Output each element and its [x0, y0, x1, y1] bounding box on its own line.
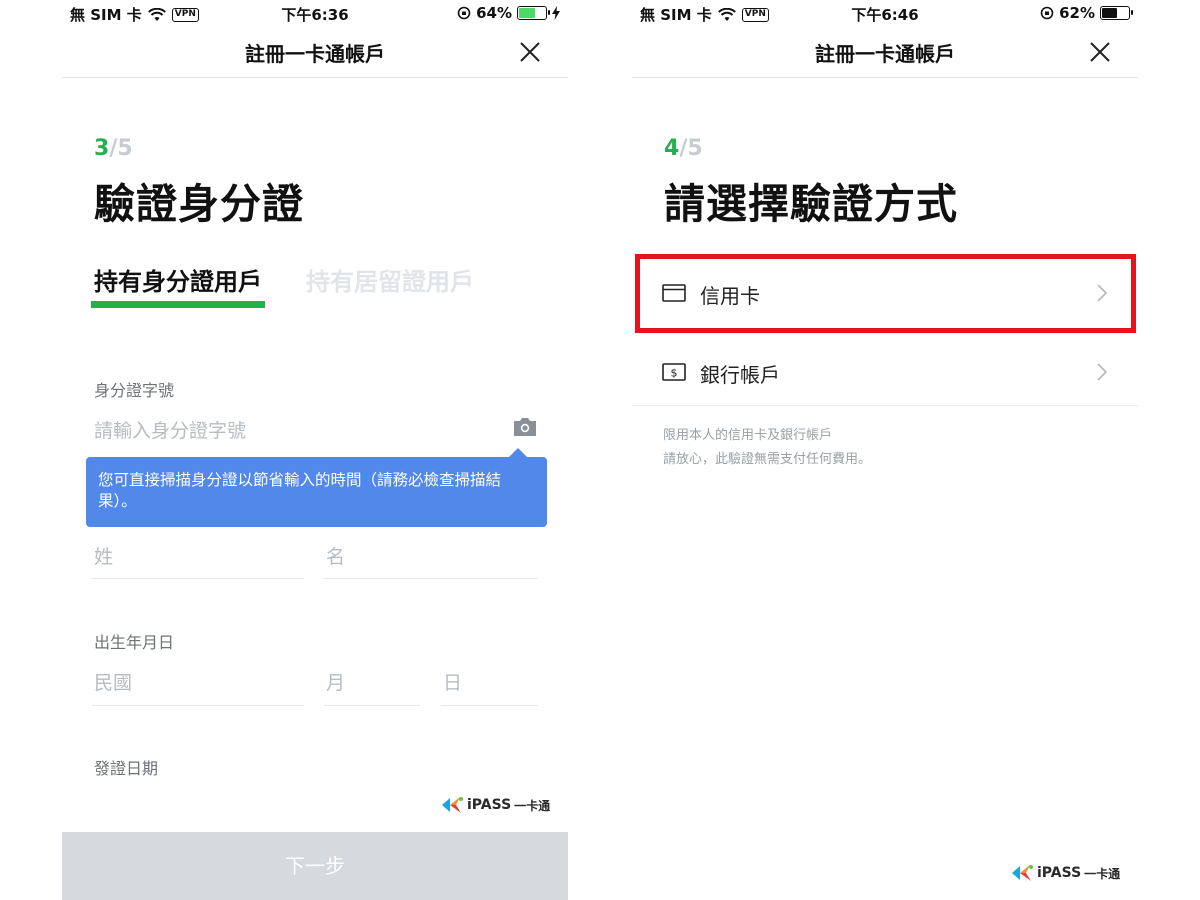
highlight-box: [635, 254, 1136, 333]
given-name-underline: [324, 578, 538, 579]
page-title: 驗證身分證: [94, 180, 304, 228]
step-total: 5: [117, 136, 133, 161]
tab-id-card-holder[interactable]: 持有身分證用戶: [91, 262, 265, 308]
orientation-lock-icon: [457, 6, 471, 20]
step-indicator: 4/5: [664, 136, 703, 161]
ipass-logo: iPASS 一卡通: [1010, 863, 1120, 883]
birth-year-underline: [92, 705, 304, 706]
id-number-input[interactable]: 請輸入身分證字號: [94, 416, 246, 443]
ipass-logo-icon: [442, 797, 463, 813]
nav-bar: 註冊一卡通帳戶: [62, 26, 568, 78]
birth-day-input[interactable]: 日: [443, 668, 462, 695]
tab-label: 持有居留證用戶: [306, 268, 474, 296]
orientation-lock-icon: [1040, 6, 1054, 20]
given-name-input[interactable]: 名: [326, 542, 345, 569]
ipass-logo-icon: [1012, 865, 1033, 881]
note-line-2: 請放心，此驗證無需支付任何費用。: [663, 452, 872, 467]
charging-icon: [552, 6, 560, 20]
battery-icon: [1100, 6, 1133, 20]
birth-date-label: 出生年月日: [94, 633, 175, 652]
step-current: 4: [664, 136, 680, 161]
left-phone-screen: 無 SIM 卡 VPN 下午6:36 64% 註冊一卡通帳戶 3/5 驗證身分證…: [62, 0, 568, 900]
options-divider: [632, 405, 1138, 406]
birth-day-underline: [441, 705, 538, 706]
status-bar: 無 SIM 卡 VPN 下午6:36 64%: [62, 0, 568, 26]
issue-date-label: 發證日期: [94, 759, 159, 778]
surname-underline: [92, 578, 304, 579]
option-label: 銀行帳戶: [700, 363, 780, 387]
battery-percent: 64%: [476, 4, 512, 22]
next-step-button[interactable]: 下一步: [62, 832, 568, 900]
surname-input[interactable]: 姓: [94, 542, 113, 569]
active-tab-underline: [91, 301, 265, 308]
logo-suffix: 一卡通: [1084, 866, 1121, 881]
step-current: 3: [94, 136, 110, 161]
right-phone-screen: 無 SIM 卡 VPN 下午6:46 62% 註冊一卡通帳戶 4/5 請選擇驗證…: [632, 0, 1138, 900]
tooltip-arrow: [509, 448, 527, 457]
scan-tip-tooltip: 您可直接掃描身分證以節省輸入的時間（請務必檢查掃描結果）。: [86, 448, 547, 527]
nav-title: 註冊一卡通帳戶: [815, 42, 955, 66]
note-line-1: 限用本人的信用卡及銀行帳戶: [663, 428, 833, 443]
tooltip-text: 您可直接掃描身分證以節省輸入的時間（請務必檢查掃描結果）。: [98, 471, 502, 510]
status-bar: 無 SIM 卡 VPN 下午6:46 62%: [632, 0, 1138, 26]
chevron-right-icon: [1097, 363, 1108, 381]
nav-title: 註冊一卡通帳戶: [245, 42, 385, 66]
birth-month-input[interactable]: 月: [326, 668, 345, 695]
close-icon[interactable]: [518, 40, 542, 64]
logo-brand: iPASS: [1037, 865, 1082, 881]
id-number-label: 身分證字號: [94, 381, 175, 400]
tab-residence-permit-holder[interactable]: 持有居留證用戶: [306, 262, 474, 297]
step-total: 5: [687, 136, 703, 161]
ipass-logo: iPASS 一卡通: [440, 795, 550, 815]
bank-note-icon: $: [662, 363, 686, 381]
tab-label: 持有身分證用戶: [94, 268, 262, 296]
option-bank-account[interactable]: $ 銀行帳戶: [632, 333, 1138, 411]
battery-percent: 62%: [1059, 4, 1095, 22]
page-title: 請選擇驗證方式: [664, 180, 958, 228]
birth-year-input[interactable]: 民國: [94, 668, 132, 695]
logo-suffix: 一卡通: [514, 798, 551, 813]
battery-icon: [517, 6, 550, 20]
logo-brand: iPASS: [467, 797, 512, 813]
svg-text:$: $: [671, 367, 678, 380]
nav-bar: 註冊一卡通帳戶: [632, 26, 1138, 78]
step-indicator: 3/5: [94, 136, 133, 161]
close-icon[interactable]: [1088, 40, 1112, 64]
birth-month-underline: [324, 705, 420, 706]
camera-icon[interactable]: [512, 416, 538, 438]
